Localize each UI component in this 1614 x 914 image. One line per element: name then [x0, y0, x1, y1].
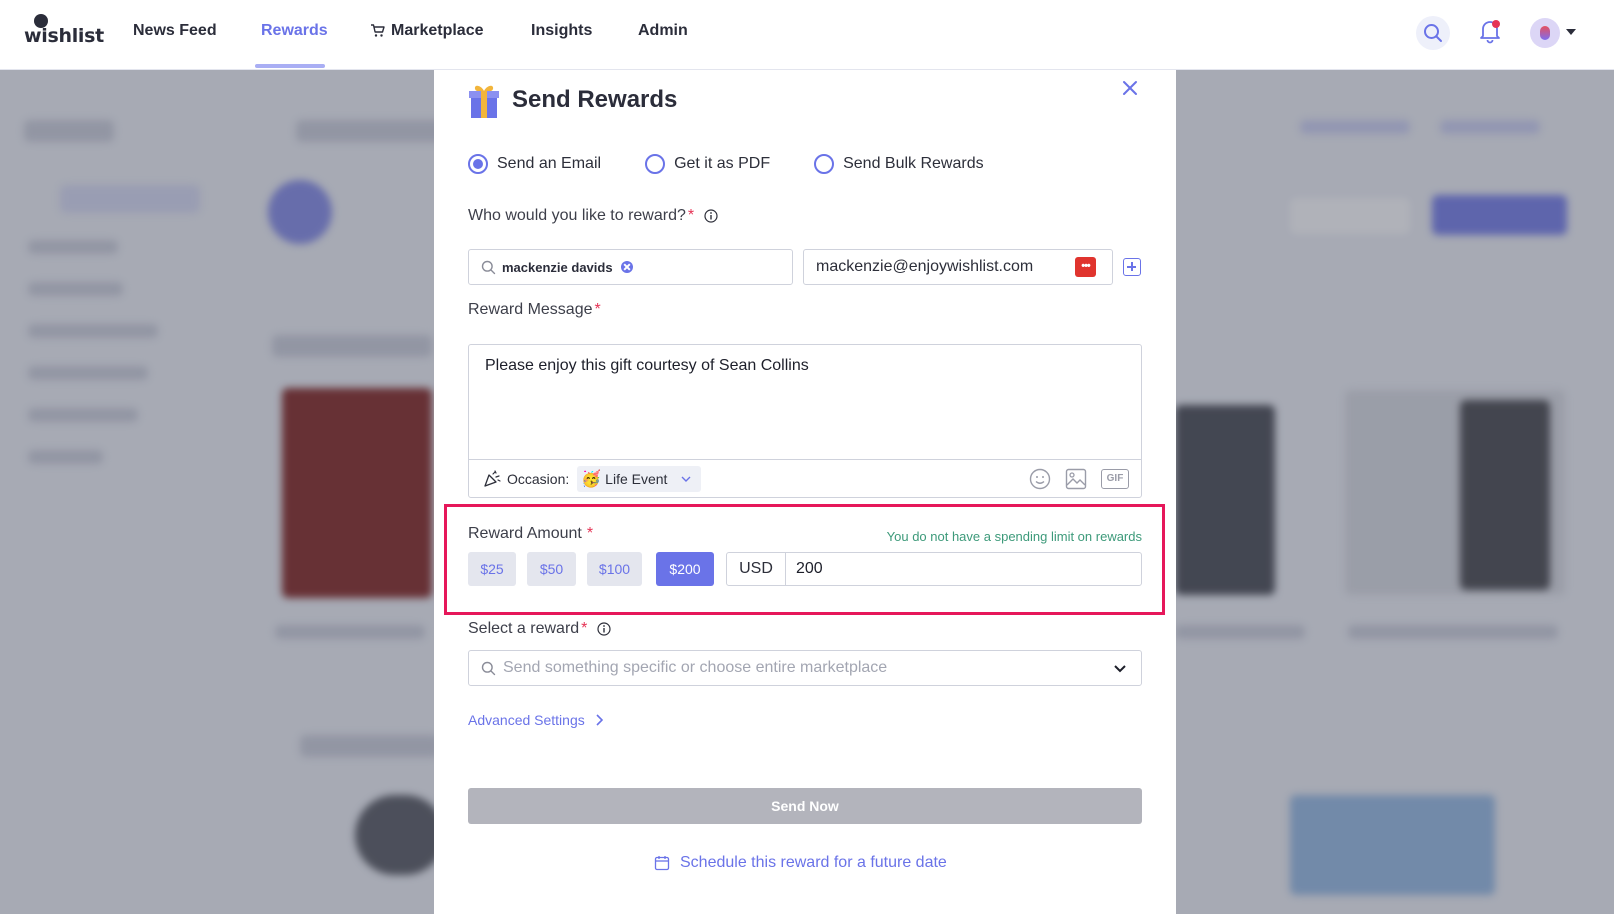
amount-label: Reward Amount [468, 525, 582, 542]
nav-marketplace-label: Marketplace [391, 22, 484, 39]
select-reward-label-row: Select a reward * [468, 620, 612, 638]
wishlist-logo[interactable]: wishlist [24, 14, 104, 47]
recipient-email-field[interactable]: mackenzie@enjoywishlist.com ••• [803, 249, 1113, 285]
notification-dot [1492, 20, 1500, 28]
message-label: Reward Message [468, 301, 593, 318]
top-nav: wishlist News Feed Rewards Marketplace I… [0, 0, 1614, 70]
amount-preset-50[interactable]: $50 [527, 552, 576, 586]
send-now-button[interactable]: Send Now [468, 788, 1142, 824]
recipient-chip: mackenzie davids [502, 259, 613, 275]
reward-message-box: Please enjoy this gift courtesy of Sean … [468, 344, 1142, 498]
reward-search-select[interactable]: Send something specific or choose entire… [468, 650, 1142, 686]
radio-button[interactable] [645, 154, 666, 174]
recipient-label-row: Who would you like to reward? * [468, 207, 718, 225]
radio-button-checked[interactable] [468, 154, 488, 174]
advanced-settings-link[interactable]: Advanced Settings [468, 712, 603, 728]
amount-preset-200[interactable]: $200 [656, 552, 714, 586]
chevron-down-icon[interactable] [1566, 29, 1576, 35]
recipient-search-input[interactable]: mackenzie davids [468, 249, 793, 285]
emoji-icon[interactable] [1029, 468, 1051, 490]
amount-input-group: USD 200 [726, 552, 1142, 586]
search-icon [481, 260, 496, 274]
image-icon[interactable] [1065, 468, 1087, 490]
message-toolbar: Occasion: 🥳 Life Event GIF [469, 459, 1141, 498]
search-icon [1424, 24, 1442, 42]
chevron-right-icon [596, 714, 603, 726]
add-recipient-button[interactable] [1123, 258, 1141, 276]
notifications-button[interactable] [1478, 18, 1502, 46]
logo-text: wishlist [24, 25, 104, 47]
nav-insights[interactable]: Insights [531, 22, 592, 40]
info-icon[interactable] [597, 622, 612, 636]
message-tools: GIF [1015, 468, 1129, 490]
user-avatar[interactable] [1530, 18, 1560, 48]
radio-label: Send an Email [497, 155, 602, 172]
occasion-value: Life Event [605, 471, 668, 487]
send-method-group: Send an Email Get it as PDF Send Bulk Re… [468, 154, 1028, 174]
advanced-settings-label: Advanced Settings [468, 712, 585, 728]
nav-rewards[interactable]: Rewards [261, 22, 328, 40]
avatar-image [1540, 26, 1550, 40]
required-asterisk: * [586, 525, 594, 542]
remove-recipient-icon[interactable] [620, 261, 633, 273]
radio-get-pdf[interactable]: Get it as PDF [645, 154, 770, 174]
radio-label: Get it as PDF [674, 155, 771, 172]
spending-limit-note: You do not have a spending limit on rewa… [886, 529, 1142, 544]
reward-select-placeholder: Send something specific or choose entire… [503, 659, 888, 676]
amount-label-row: Reward Amount * [468, 525, 593, 543]
amount-preset-25[interactable]: $25 [468, 552, 516, 586]
chevron-down-icon [1114, 665, 1126, 673]
recipient-email-value: mackenzie@enjoywishlist.com [816, 258, 1034, 275]
nav-admin[interactable]: Admin [638, 22, 688, 40]
nav-active-indicator [255, 64, 325, 68]
occasion-select[interactable]: 🥳 Life Event [577, 466, 702, 492]
nav-marketplace[interactable]: Marketplace [370, 22, 484, 40]
radio-send-email[interactable]: Send an Email [468, 154, 601, 174]
password-manager-icon[interactable]: ••• [1075, 257, 1096, 277]
gif-button[interactable]: GIF [1101, 469, 1129, 489]
radio-label: Send Bulk Rewards [843, 155, 984, 172]
close-icon[interactable] [1120, 78, 1140, 98]
currency-select[interactable]: USD [727, 553, 786, 585]
occasion-emoji: 🥳 [581, 471, 602, 488]
required-asterisk: * [594, 301, 601, 318]
chevron-down-icon [681, 476, 691, 482]
radio-send-bulk[interactable]: Send Bulk Rewards [814, 154, 984, 174]
party-popper-icon [484, 470, 501, 487]
radio-button[interactable] [814, 154, 835, 174]
info-icon[interactable] [704, 209, 718, 223]
select-reward-label: Select a reward [468, 620, 580, 637]
cart-icon [371, 24, 385, 37]
nav-news-feed[interactable]: News Feed [133, 22, 217, 40]
required-asterisk: * [581, 620, 588, 637]
search-icon [481, 661, 496, 675]
send-rewards-modal: Send Rewards Send an Email Get it as PDF… [434, 70, 1176, 914]
occasion-label: Occasion: [507, 471, 570, 487]
reward-message-textarea[interactable]: Please enjoy this gift courtesy of Sean … [485, 357, 809, 375]
amount-input[interactable]: 200 [786, 560, 1141, 578]
gift-icon [469, 85, 499, 118]
modal-header: Send Rewards [468, 78, 677, 122]
nav-search-button[interactable] [1416, 16, 1450, 50]
amount-preset-100[interactable]: $100 [587, 552, 642, 586]
calendar-icon [654, 856, 670, 871]
message-label-row: Reward Message * [468, 301, 601, 319]
recipient-label: Who would you like to reward? [468, 207, 686, 224]
schedule-reward-link[interactable]: Schedule this reward for a future date [654, 854, 947, 872]
required-asterisk: * [687, 207, 695, 224]
modal-title: Send Rewards [512, 86, 678, 113]
schedule-label: Schedule this reward for a future date [680, 854, 947, 871]
